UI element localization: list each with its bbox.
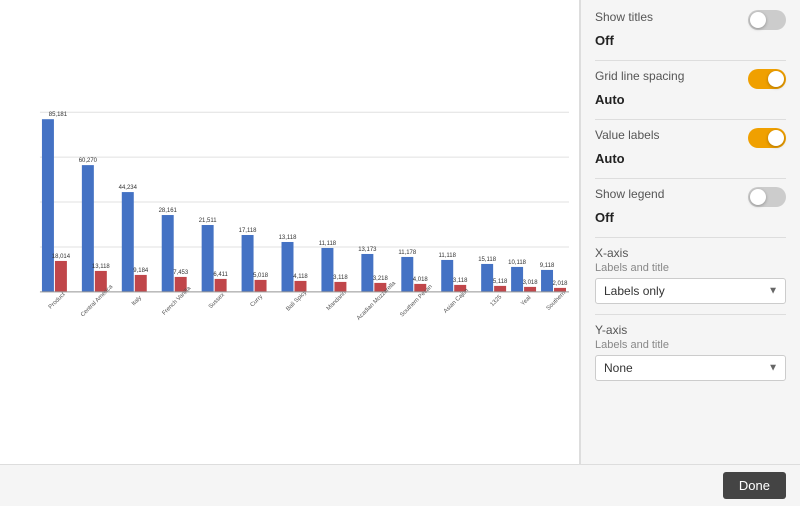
grid-line-toggle[interactable] — [748, 69, 786, 89]
divider-5 — [595, 314, 786, 315]
svg-text:11,178: 11,178 — [398, 250, 416, 256]
settings-panel: Show titles Off Grid line spacing Auto — [580, 0, 800, 464]
svg-text:18,014: 18,014 — [52, 254, 71, 260]
x-axis-select[interactable]: Labels only Labels and title None — [595, 278, 786, 304]
y-axis-section: Y-axis Labels and title None Labels only… — [595, 323, 786, 381]
svg-text:13,118: 13,118 — [279, 235, 297, 241]
svg-text:2,018: 2,018 — [553, 281, 569, 287]
show-legend-knob — [750, 189, 766, 205]
divider-4 — [595, 237, 786, 238]
divider-1 — [595, 60, 786, 61]
svg-text:28,161: 28,161 — [159, 208, 178, 214]
footer: Done — [0, 464, 800, 506]
bar-chart: 85,181 18,014 Product 60,270 13,118 Cent… — [10, 10, 569, 454]
svg-text:11,118: 11,118 — [319, 241, 337, 247]
value-labels-label: Value labels — [595, 128, 660, 142]
x-axis-title: X-axis — [595, 246, 786, 260]
value-labels-value: Auto — [595, 151, 786, 166]
value-labels-row: Value labels Auto — [595, 128, 786, 166]
grid-line-knob — [768, 71, 784, 87]
svg-text:Bali Spicy: Bali Spicy — [285, 290, 308, 313]
grid-line-value: Auto — [595, 92, 786, 107]
svg-text:10,118: 10,118 — [508, 260, 526, 266]
svg-text:60,270: 60,270 — [79, 158, 98, 164]
svg-text:3,118: 3,118 — [333, 275, 348, 281]
svg-text:6,411: 6,411 — [213, 272, 228, 278]
svg-text:3,218: 3,218 — [373, 276, 389, 282]
done-button[interactable]: Done — [723, 472, 786, 499]
svg-text:1325: 1325 — [490, 294, 504, 308]
chart-area: 85,181 18,014 Product 60,270 13,118 Cent… — [0, 0, 580, 464]
show-legend-value: Off — [595, 210, 786, 225]
divider-3 — [595, 178, 786, 179]
svg-text:5,018: 5,018 — [253, 273, 269, 279]
main-container: 85,181 18,014 Product 60,270 13,118 Cent… — [0, 0, 800, 464]
svg-text:15,118: 15,118 — [478, 257, 496, 263]
svg-text:3,018: 3,018 — [523, 280, 539, 286]
show-titles-toggle[interactable] — [748, 10, 786, 30]
x-axis-select-wrap: Labels only Labels and title None ▼ — [595, 278, 786, 304]
svg-text:5,118: 5,118 — [493, 279, 508, 285]
show-titles-label: Show titles — [595, 10, 653, 24]
svg-text:9,118: 9,118 — [540, 263, 555, 269]
svg-text:7,453: 7,453 — [173, 270, 189, 276]
value-labels-knob — [768, 130, 784, 146]
svg-text:9,184: 9,184 — [133, 268, 149, 274]
svg-text:Mandarin: Mandarin — [326, 290, 348, 312]
svg-text:Curry: Curry — [250, 294, 265, 309]
svg-text:85,181: 85,181 — [49, 112, 68, 118]
show-titles-knob — [750, 12, 766, 28]
svg-text:17,118: 17,118 — [239, 228, 257, 234]
svg-text:21,511: 21,511 — [199, 218, 217, 224]
svg-text:13,118: 13,118 — [92, 264, 110, 270]
value-labels-toggle[interactable] — [748, 128, 786, 148]
x-axis-sub: Labels and title — [595, 262, 786, 274]
svg-text:11,118: 11,118 — [439, 253, 457, 259]
svg-text:Product: Product — [48, 292, 67, 311]
y-axis-select[interactable]: None Labels only Labels and title — [595, 355, 786, 381]
show-legend-toggle[interactable] — [748, 187, 786, 207]
show-legend-row: Show legend Off — [595, 187, 786, 225]
show-legend-label: Show legend — [595, 187, 664, 201]
y-axis-select-wrap: None Labels only Labels and title ▼ — [595, 355, 786, 381]
x-axis-section: X-axis Labels and title Labels only Labe… — [595, 246, 786, 304]
svg-text:Sussex: Sussex — [208, 292, 226, 310]
grid-line-spacing-row: Grid line spacing Auto — [595, 69, 786, 107]
svg-text:13,173: 13,173 — [358, 247, 377, 253]
y-axis-title: Y-axis — [595, 323, 786, 337]
chart-inner: 85,181 18,014 Product 60,270 13,118 Cent… — [10, 10, 569, 454]
svg-text:Italy: Italy — [131, 295, 143, 307]
settings-content: Show titles Off Grid line spacing Auto — [581, 0, 800, 464]
svg-text:4,118: 4,118 — [293, 274, 308, 280]
svg-text:4,018: 4,018 — [413, 277, 429, 283]
y-axis-sub: Labels and title — [595, 339, 786, 351]
svg-text:Southern: Southern — [546, 290, 567, 311]
show-titles-value: Off — [595, 33, 786, 48]
svg-text:Yeal: Yeal — [520, 295, 532, 307]
show-titles-row: Show titles Off — [595, 10, 786, 48]
grid-line-label: Grid line spacing — [595, 69, 684, 83]
divider-2 — [595, 119, 786, 120]
svg-text:44,234: 44,234 — [119, 185, 138, 191]
svg-text:3,118: 3,118 — [453, 278, 468, 284]
